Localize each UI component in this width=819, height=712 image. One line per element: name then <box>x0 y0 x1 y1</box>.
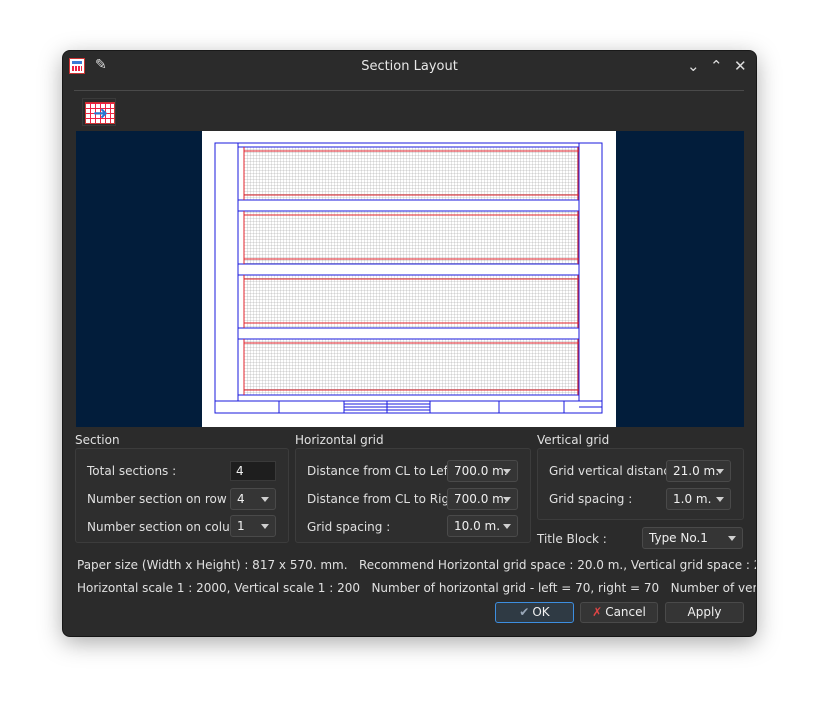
section-frame-4 <box>238 338 579 396</box>
title-separator <box>74 90 744 91</box>
section-drawing <box>214 142 603 414</box>
minimize-icon[interactable]: ⌄ <box>687 56 700 76</box>
chevron-down-icon <box>728 536 736 541</box>
cl-left-select[interactable]: 700.0 m. <box>447 460 518 482</box>
title-block-drawing <box>214 400 603 414</box>
horizontal-spacing-value: 10.0 m. <box>454 519 501 533</box>
chevron-down-icon <box>261 497 269 502</box>
vertical-distance-label: Grid vertical distance : <box>549 464 686 478</box>
number-on-row-select[interactable]: 4 <box>230 488 276 510</box>
vertical-distance-select[interactable]: 21.0 m. <box>666 460 731 482</box>
title-bar[interactable]: ✎ Section Layout ⌄ ⌃ ✕ <box>63 51 756 83</box>
info-line-1: Paper size (Width x Height) : 817 x 570.… <box>77 558 756 572</box>
vertical-spacing-select[interactable]: 1.0 m. <box>666 488 731 510</box>
chevron-down-icon <box>503 524 511 529</box>
section-layout-dialog: ✎ Section Layout ⌄ ⌃ ✕ ➜ Section Total s… <box>63 51 756 636</box>
ok-check-icon: ✔ <box>519 605 530 619</box>
recommend-text: Recommend Horizontal grid space : 20.0 m… <box>359 558 756 572</box>
horizontal-spacing-select[interactable]: 10.0 m. <box>447 515 518 537</box>
chevron-down-icon <box>503 497 511 502</box>
vertical-spacing-value: 1.0 m. <box>673 492 712 506</box>
ok-label: OK <box>532 605 550 619</box>
title-block-select[interactable]: Type No.1 <box>642 527 743 549</box>
paper-sheet <box>202 131 616 427</box>
chevron-down-icon <box>503 469 511 474</box>
horizontal-grid-group-label: Horizontal grid <box>295 433 384 447</box>
close-icon[interactable]: ✕ <box>734 56 747 76</box>
cl-right-select[interactable]: 700.0 m. <box>447 488 518 510</box>
paper-size-text: Paper size (Width x Height) : 817 x 570.… <box>77 558 348 572</box>
chevron-down-icon <box>716 497 724 502</box>
export-grid-button[interactable]: ➜ <box>82 98 116 126</box>
number-on-column-value: 1 <box>237 519 245 533</box>
window-title: Section Layout <box>361 59 458 74</box>
section-frame-2 <box>238 210 579 265</box>
cancel-button[interactable]: ✗ Cancel <box>580 602 658 623</box>
cancel-x-icon: ✗ <box>592 605 603 619</box>
info-line-2: Horizontal scale 1 : 2000, Vertical scal… <box>77 581 756 595</box>
maximize-icon[interactable]: ⌃ <box>710 56 723 76</box>
num-vertical-text: Number of vertical grid : 21 <box>670 581 756 595</box>
num-horizontal-text: Number of horizontal grid - left = 70, r… <box>371 581 660 595</box>
total-sections-label: Total sections : <box>87 464 177 478</box>
vertical-distance-value: 21.0 m. <box>673 464 720 478</box>
chevron-down-icon <box>716 469 724 474</box>
total-sections-input[interactable]: 4 <box>230 461 276 481</box>
chevron-down-icon <box>261 524 269 529</box>
layout-preview <box>76 131 744 427</box>
section-frame-3 <box>238 274 579 329</box>
cl-left-value: 700.0 m. <box>454 464 508 478</box>
vertical-spacing-label: Grid spacing : <box>549 492 633 506</box>
title-block-label: Title Block : <box>537 532 607 546</box>
horizontal-spacing-label: Grid spacing : <box>307 520 391 534</box>
section-frame-1 <box>238 146 579 201</box>
number-on-column-select[interactable]: 1 <box>230 515 276 537</box>
section-group-label: Section <box>75 433 120 447</box>
arrow-right-icon: ➜ <box>93 103 109 124</box>
scale-text: Horizontal scale 1 : 2000, Vertical scal… <box>77 581 360 595</box>
cl-right-value: 700.0 m. <box>454 492 508 506</box>
number-on-row-value: 4 <box>237 492 245 506</box>
apply-button[interactable]: Apply <box>665 602 744 623</box>
cl-left-label: Distance from CL to Left : <box>307 464 461 478</box>
vertical-grid-group-label: Vertical grid <box>537 433 610 447</box>
title-block-value: Type No.1 <box>649 531 708 545</box>
number-on-row-label: Number section on row : <box>87 492 235 506</box>
cancel-label: Cancel <box>605 605 646 619</box>
cl-right-label: Distance from CL to Right : <box>307 492 470 506</box>
ok-button[interactable]: ✔ OK <box>495 602 574 623</box>
